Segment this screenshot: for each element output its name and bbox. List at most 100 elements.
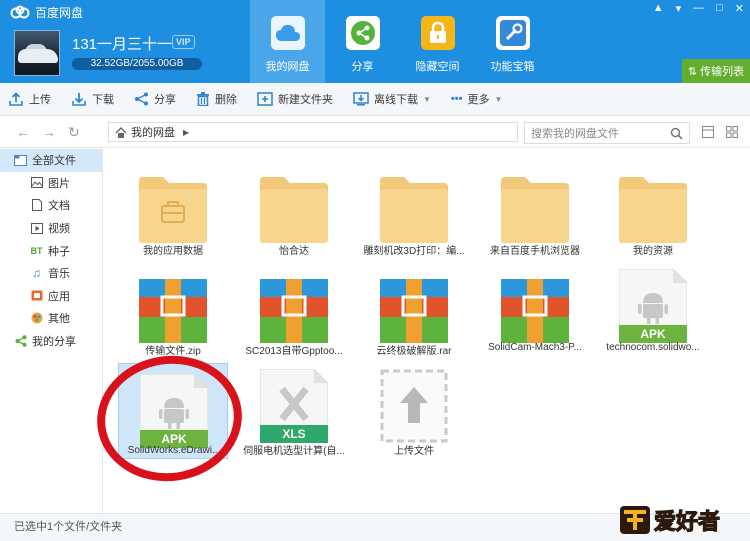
user-panel: 131一月三十一 VIP 32.52GB/2055.00GB — [14, 30, 254, 76]
upload-icon — [9, 92, 23, 106]
toolbox-icon — [495, 16, 530, 50]
file-item[interactable]: 云终极破解版.rar — [359, 255, 469, 357]
folder-icon — [501, 177, 569, 243]
offline-download-icon — [353, 92, 369, 106]
minimize-icon[interactable]: — — [693, 2, 704, 15]
archive-icon — [139, 279, 207, 343]
tab-toolbox[interactable]: 功能宝箱 — [475, 0, 550, 83]
tab-share[interactable]: 分享 — [325, 0, 400, 83]
tab-hidden-space[interactable]: 隐藏空间 — [400, 0, 475, 83]
transfer-list-button[interactable]: ⇅ 传输列表 — [682, 59, 750, 83]
sidebar-item-other[interactable]: 其他 — [0, 307, 102, 330]
file-name: 上传文件 — [394, 446, 434, 457]
file-item[interactable]: SC2013自带Gpptoo... — [239, 255, 349, 357]
search-input[interactable]: 搜索我的网盘文件 — [524, 122, 690, 144]
sidebar-label: 种子 — [48, 245, 70, 258]
share-icon — [14, 335, 27, 347]
home-icon[interactable] — [115, 126, 127, 138]
file-item[interactable]: SolidCam-Mach3-P... — [480, 255, 590, 353]
download-icon — [72, 93, 86, 106]
username[interactable]: 131一月三十一 — [72, 33, 172, 54]
sidebar-label: 音乐 — [48, 268, 70, 281]
grid-view-icon[interactable] — [726, 126, 738, 138]
vip-badge[interactable]: VIP — [172, 35, 195, 49]
android-apk-icon: APK — [619, 269, 687, 343]
sidebar-item-apps[interactable]: 应用 — [0, 285, 102, 308]
excel-xls-icon: XLS — [260, 369, 328, 443]
watermark-text: 爱好者 — [654, 509, 720, 535]
more-button[interactable]: ••• 更多 ▼ — [451, 83, 502, 116]
all-files-icon — [14, 154, 27, 166]
transfer-icon: ⇅ — [687, 65, 698, 78]
sidebar-label: 其他 — [48, 313, 70, 326]
new-folder-button[interactable]: 新建文件夹 — [257, 83, 333, 116]
new-folder-label: 新建文件夹 — [278, 94, 333, 106]
new-folder-icon — [257, 92, 273, 106]
tab-label: 隐藏空间 — [415, 61, 460, 73]
sidebar-label: 应用 — [48, 290, 70, 303]
upload-button[interactable]: 上传 — [8, 83, 51, 116]
sidebar-item-my-share[interactable]: 我的分享 — [0, 330, 102, 353]
sidebar-label: 我的分享 — [32, 336, 76, 349]
delete-label: 删除 — [215, 94, 237, 106]
more-dots-icon: ••• — [450, 93, 463, 105]
baidu-cloud-logo-icon — [10, 5, 30, 19]
share-small-icon — [135, 92, 148, 106]
file-item[interactable]: 传输文件.zip — [118, 255, 228, 357]
menu-icon[interactable]: ▾ — [676, 2, 682, 15]
download-button[interactable]: 下载 — [71, 83, 114, 116]
file-item[interactable]: 我的应用数据 — [118, 155, 228, 257]
sidebar: 全部文件 图片 文档 视频 BT 种子 ♫ 音乐 应用 其他 我的分享 — [0, 149, 103, 513]
offline-download-button[interactable]: 离线下载 ▼ — [353, 83, 431, 116]
document-icon — [30, 199, 43, 212]
avatar[interactable] — [14, 30, 60, 76]
share-icon — [345, 16, 380, 50]
notification-icon[interactable]: ▲ — [653, 2, 664, 15]
trash-icon — [197, 92, 209, 106]
archive-icon — [380, 279, 448, 343]
forward-icon[interactable]: → — [42, 124, 56, 141]
search-icon[interactable] — [670, 127, 683, 140]
sidebar-item-music[interactable]: ♫ 音乐 — [0, 262, 102, 285]
archive-icon — [501, 279, 569, 343]
tab-my-netdisk[interactable]: 我的网盘 — [250, 0, 325, 83]
share-button[interactable]: 分享 — [134, 83, 176, 116]
file-item[interactable]: 我的资源 — [598, 155, 708, 257]
music-icon: ♫ — [32, 266, 41, 281]
status-text: 已选中1个文件/文件夹 — [14, 521, 123, 533]
file-item[interactable]: APK technocom.solidwo... — [598, 255, 708, 353]
other-icon — [30, 312, 43, 324]
chevron-down-icon[interactable]: ▼ — [423, 95, 431, 104]
sidebar-label: 文档 — [48, 200, 70, 213]
folder-icon — [619, 177, 687, 243]
list-view-icon[interactable] — [702, 126, 714, 138]
breadcrumb-my-netdisk[interactable]: 我的网盘 — [131, 124, 175, 140]
sidebar-item-all-files[interactable]: 全部文件 — [0, 149, 102, 172]
close-icon[interactable]: ✕ — [735, 2, 744, 15]
file-item[interactable]: XLS 伺服电机选型计算(自... — [239, 355, 349, 457]
file-item[interactable]: 雕刻机改3D打印：编... — [359, 155, 469, 257]
toolbar: 上传 下载 分享 删除 新建文件夹 离线下载 ▼ ••• 更多 ▼ — [0, 83, 750, 116]
chevron-down-icon[interactable]: ▼ — [494, 95, 502, 104]
tab-label: 功能宝箱 — [490, 61, 535, 73]
back-icon[interactable]: ← — [16, 124, 30, 141]
sidebar-label: 视频 — [48, 223, 70, 236]
sidebar-item-torrents[interactable]: BT 种子 — [0, 239, 102, 262]
sidebar-item-videos[interactable]: 视频 — [0, 217, 102, 240]
sidebar-item-documents[interactable]: 文档 — [0, 194, 102, 217]
file-item[interactable]: 来自百度手机浏览器 — [480, 155, 590, 257]
download-label: 下载 — [92, 94, 114, 106]
bt-icon: BT — [30, 245, 43, 256]
app-icon — [30, 290, 43, 302]
sidebar-item-images[interactable]: 图片 — [0, 172, 102, 195]
breadcrumb[interactable]: 我的网盘 ▶ — [108, 122, 518, 142]
watermark-logo: 爱好者 — [620, 506, 721, 536]
file-name: 伺服电机选型计算(自... — [243, 446, 345, 457]
refresh-icon[interactable]: ↻ — [68, 124, 80, 141]
folder-icon — [380, 177, 448, 243]
breadcrumb-arrow-icon[interactable]: ▶ — [183, 128, 189, 137]
maximize-icon[interactable]: □ — [716, 2, 723, 15]
upload-file-tile[interactable]: 上传文件 — [359, 355, 469, 457]
file-item[interactable]: 怡合达 — [239, 155, 349, 257]
delete-button[interactable]: 删除 — [196, 83, 237, 116]
